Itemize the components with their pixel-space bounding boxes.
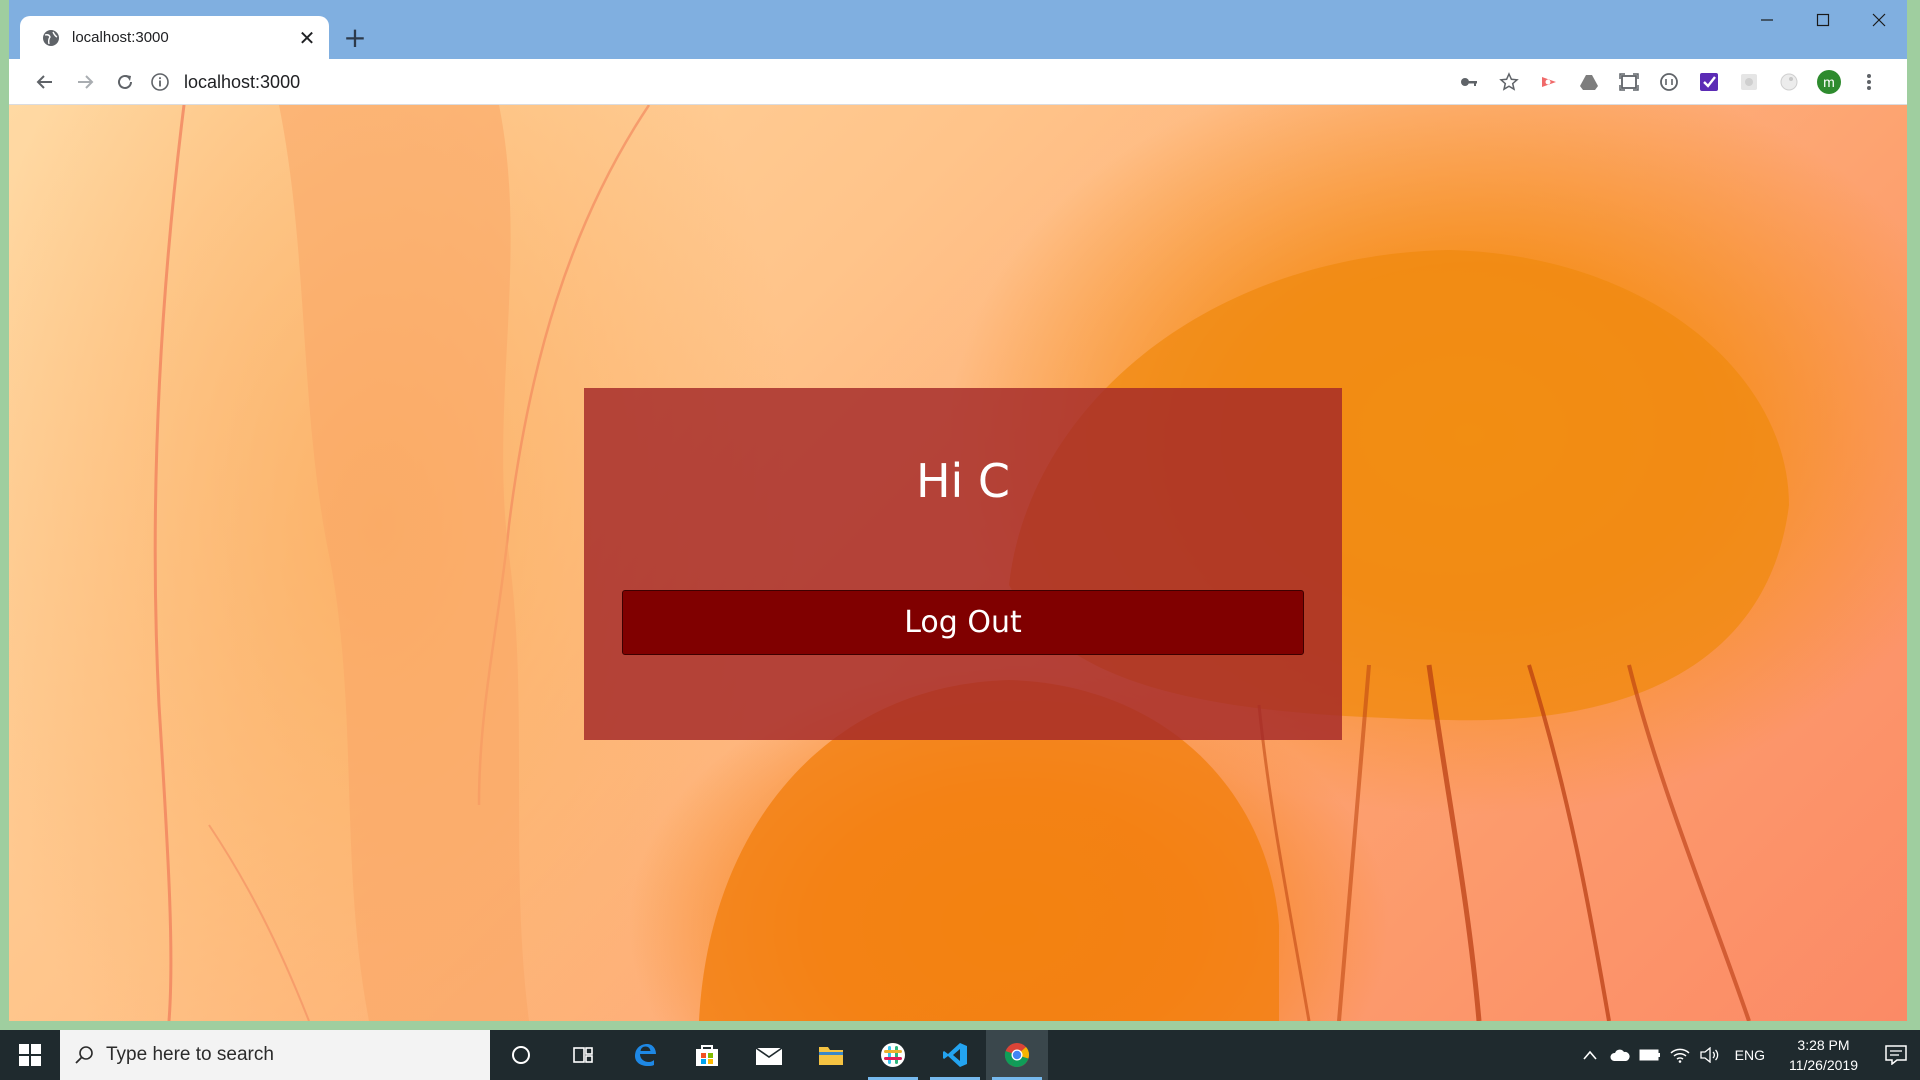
ext-gray-icon — [1741, 74, 1757, 90]
maximize-icon — [1816, 13, 1830, 27]
close-window-button[interactable] — [1851, 0, 1907, 40]
show-hidden-icons-button[interactable] — [1575, 1030, 1605, 1080]
profile-button[interactable]: m — [1809, 62, 1849, 102]
tab-close-icon[interactable]: ✕ — [297, 26, 317, 50]
page-viewport: Hi C Log Out — [9, 105, 1907, 1021]
search-placeholder: Type here to search — [106, 1044, 274, 1065]
taskbar: Type here to search ENG 3:28 PM 11/26/20… — [0, 1030, 1920, 1080]
start-button[interactable] — [0, 1030, 60, 1080]
ext-face-icon — [1780, 73, 1798, 91]
cloud-icon — [1610, 1049, 1630, 1061]
tab-title: localhost:3000 — [72, 29, 169, 46]
chrome-button[interactable] — [986, 1030, 1048, 1080]
extension-screenshot[interactable] — [1609, 62, 1649, 102]
input-language[interactable]: ENG — [1725, 1047, 1775, 1063]
volume-button[interactable] — [1695, 1030, 1725, 1080]
close-icon — [1872, 13, 1886, 27]
forward-button[interactable] — [65, 62, 105, 102]
search-icon — [75, 1046, 93, 1064]
chevron-up-icon — [1583, 1050, 1597, 1060]
bookmark-button[interactable] — [1489, 62, 1529, 102]
back-arrow-icon — [36, 74, 52, 89]
avatar: m — [1817, 70, 1841, 94]
cortana-icon — [512, 1046, 530, 1064]
minimize-icon — [1761, 19, 1773, 21]
extension-red[interactable] — [1529, 62, 1569, 102]
edge-icon — [635, 1044, 656, 1066]
window-controls — [1739, 0, 1907, 40]
taskbar-search[interactable]: Type here to search — [60, 1030, 490, 1080]
notification-icon — [1885, 1045, 1907, 1065]
cortana-button[interactable] — [490, 1030, 552, 1080]
back-button[interactable] — [25, 62, 65, 102]
passwords-button[interactable] — [1449, 62, 1489, 102]
extension-check[interactable] — [1689, 62, 1729, 102]
chrome-icon — [1004, 1043, 1029, 1067]
file-explorer-button[interactable] — [800, 1030, 862, 1080]
screenshot-icon — [1619, 73, 1639, 91]
drive-icon — [1580, 75, 1598, 90]
file-explorer-icon — [819, 1047, 843, 1065]
ext-red-icon — [1542, 77, 1556, 87]
reload-button[interactable] — [105, 62, 145, 102]
extension-gray[interactable] — [1729, 62, 1769, 102]
extension-circle[interactable] — [1649, 62, 1689, 102]
windows-icon — [19, 1044, 41, 1066]
more-vert-icon — [1867, 74, 1871, 90]
mail-button[interactable] — [738, 1030, 800, 1080]
task-view-button[interactable] — [552, 1030, 614, 1080]
ext-circle-icon — [1660, 73, 1678, 91]
store-button[interactable] — [676, 1030, 738, 1080]
clock[interactable]: 3:28 PM 11/26/2019 — [1775, 1035, 1872, 1075]
battery-icon — [1639, 1049, 1660, 1061]
battery-button[interactable] — [1635, 1030, 1665, 1080]
browser-toolbar: localhost:3000 m — [9, 59, 1907, 105]
address-bar[interactable]: localhost:3000 — [150, 65, 1450, 99]
tab-strip: localhost:3000 ✕ + — [9, 0, 1907, 59]
volume-icon — [1699, 1047, 1718, 1063]
network-button[interactable] — [1665, 1030, 1695, 1080]
key-icon — [1461, 78, 1477, 86]
maximize-button[interactable] — [1795, 0, 1851, 40]
new-tab-button[interactable]: + — [339, 22, 371, 54]
logout-button[interactable]: Log Out — [622, 590, 1304, 655]
wifi-icon — [1670, 1048, 1690, 1063]
greeting-heading: Hi C — [915, 454, 1011, 508]
clock-date: 11/26/2019 — [1788, 1057, 1858, 1073]
reload-icon — [118, 74, 132, 89]
minimize-button[interactable] — [1739, 0, 1795, 40]
edge-button[interactable] — [614, 1030, 676, 1080]
browser-tab[interactable]: localhost:3000 ✕ — [20, 16, 329, 59]
vscode-button[interactable] — [924, 1030, 986, 1080]
mail-icon — [755, 1047, 783, 1065]
extension-face[interactable] — [1769, 62, 1809, 102]
store-icon — [696, 1045, 718, 1066]
login-card: Hi C Log Out — [584, 388, 1342, 740]
slack-icon — [881, 1043, 905, 1067]
ext-check-icon — [1700, 73, 1718, 91]
task-view-icon — [573, 1047, 593, 1063]
clock-time: 3:28 PM — [1797, 1037, 1850, 1053]
browser-window: localhost:3000 ✕ + localhost:3000 m Hi C… — [9, 0, 1907, 1021]
info-icon[interactable] — [150, 72, 170, 92]
slack-button[interactable] — [862, 1030, 924, 1080]
forward-arrow-icon — [78, 74, 94, 89]
action-center-button[interactable] — [1872, 1030, 1920, 1080]
extensions-area: m — [1449, 59, 1889, 105]
onedrive-button[interactable] — [1605, 1030, 1635, 1080]
url-text[interactable]: localhost:3000 — [184, 72, 300, 93]
extension-drive[interactable] — [1569, 62, 1609, 102]
menu-button[interactable] — [1849, 62, 1889, 102]
globe-icon — [43, 29, 59, 46]
system-tray: ENG 3:28 PM 11/26/2019 — [1575, 1030, 1920, 1080]
star-icon — [1499, 72, 1519, 91]
vscode-icon — [943, 1043, 967, 1067]
